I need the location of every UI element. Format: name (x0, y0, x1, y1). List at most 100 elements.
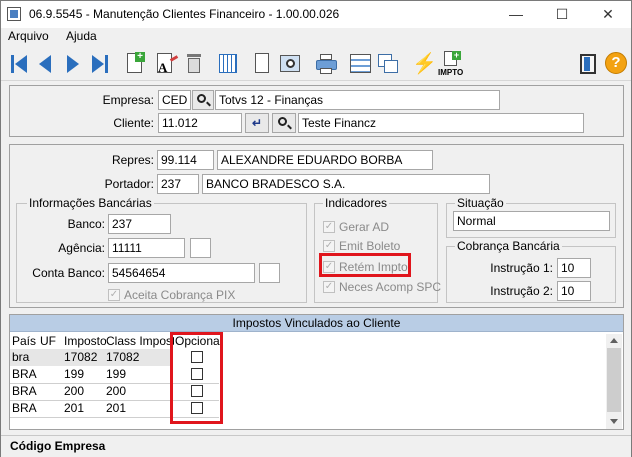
highlight-box (319, 253, 411, 277)
table-row[interactable]: bra 17082 17082 (10, 349, 173, 366)
pix-label: Aceita Cobrança PIX (124, 288, 236, 302)
first-record-icon[interactable] (9, 51, 29, 77)
situacao-field[interactable]: Normal (453, 211, 610, 231)
exit-door-icon[interactable] (577, 51, 599, 77)
details-panel: Repres: 99.114 ALEXANDRE EDUARDO BORBA P… (9, 144, 624, 308)
next-record-icon[interactable] (65, 51, 81, 77)
instrucao1-input[interactable]: 10 (557, 258, 591, 278)
bank-info-group: Informações Bancárias Banco: 237 Agência… (16, 196, 307, 303)
impostos-grid: Impostos Vinculados ao Cliente País UF I… (9, 314, 624, 430)
cell-class: 200 (106, 384, 127, 398)
list-view-icon[interactable] (349, 51, 373, 77)
col-pais[interactable]: País (12, 334, 42, 348)
conta-digit-input[interactable] (259, 263, 280, 283)
grid-title: Impostos Vinculados ao Cliente (10, 315, 623, 332)
copy-windows-icon[interactable] (376, 51, 400, 77)
minimize-button[interactable]: — (493, 1, 539, 28)
agencia-label: Agência: (58, 241, 105, 255)
app-icon (7, 7, 21, 21)
last-record-icon[interactable] (91, 51, 111, 77)
portador-label: Portador: (104, 177, 154, 191)
new-record-icon[interactable]: + (125, 51, 147, 77)
table-row[interactable]: BRA 200 200 (10, 383, 173, 400)
pix-checkbox[interactable]: ✓ (108, 289, 120, 301)
indicadores-group: Indicadores ✓ Gerar AD ✓ Emit Boleto ✓ R… (314, 196, 442, 303)
window-title: 06.9.5545 - Manutenção Clientes Financei… (29, 7, 340, 21)
empresa-label: Empresa: (102, 93, 154, 107)
cell-imposto: 201 (64, 401, 85, 415)
instrucao2-input[interactable]: 10 (557, 281, 591, 301)
repres-name-field: ALEXANDRE EDUARDO BORBA (217, 150, 433, 170)
maximize-button[interactable]: ☐ (539, 1, 585, 28)
situacao-title: Situação (455, 196, 506, 210)
banco-input[interactable]: 237 (108, 214, 171, 234)
impto-label: IMPTO (438, 68, 464, 77)
scroll-thumb[interactable] (607, 348, 621, 412)
close-button[interactable]: ✕ (585, 1, 631, 28)
previous-record-icon[interactable] (37, 51, 53, 77)
cell-class: 199 (106, 367, 127, 381)
status-bar: Código Empresa (1, 435, 631, 457)
empresa-code-input[interactable]: CED (158, 90, 191, 110)
emit-boleto-checkbox[interactable]: ✓ (323, 240, 335, 252)
printer-icon[interactable] (315, 51, 339, 77)
col-imposto[interactable]: Imposto (64, 334, 108, 348)
lightning-icon[interactable]: ⚡ (409, 51, 437, 77)
emit-boleto-label: Emit Boleto (339, 239, 401, 253)
cobranca-group: Cobrança Bancária Instrução 1: 10 Instru… (446, 239, 616, 303)
banco-label: Banco: (67, 217, 105, 231)
cliente-code-input[interactable]: 11.012 (158, 113, 242, 133)
trash-icon[interactable] (184, 51, 204, 77)
document-icon[interactable] (253, 51, 271, 77)
cell-pais: BRA (12, 401, 37, 415)
calendar-grid-icon[interactable] (217, 51, 239, 77)
cell-imposto: 17082 (64, 350, 98, 364)
agencia-input[interactable]: 11111 (108, 238, 185, 258)
portador-name-field: BANCO BRADESCO S.A. (202, 174, 490, 194)
indicadores-title: Indicadores (323, 196, 390, 210)
cliente-label: Cliente: (113, 116, 154, 130)
repres-code-input[interactable]: 99.114 (157, 150, 214, 170)
menu-bar: Arquivo Ajuda (1, 28, 631, 47)
vertical-scrollbar[interactable] (606, 334, 622, 429)
agencia-digit-input[interactable] (190, 238, 211, 258)
empresa-name-field: Totvs 12 - Finanças (215, 90, 500, 110)
repres-label: Repres: (111, 153, 154, 167)
app-window: 06.9.5545 - Manutenção Clientes Financei… (0, 0, 632, 457)
instrucao1-label: Instrução 1: (490, 261, 553, 275)
print-preview-icon[interactable] (279, 51, 303, 77)
neces-acomp-spc-label: Neces Acomp SPC (339, 280, 442, 294)
enter-arrow-icon[interactable]: ↵ (245, 113, 269, 133)
neces-acomp-spc-checkbox[interactable]: ✓ (323, 281, 335, 293)
portador-code-input[interactable]: 237 (157, 174, 199, 194)
situacao-group: Situação Normal (446, 196, 616, 238)
col-uf[interactable]: UF (40, 334, 62, 348)
conta-input[interactable]: 54564654 (108, 263, 255, 283)
cell-class: 201 (106, 401, 127, 415)
menu-ajuda[interactable]: Ajuda (66, 29, 97, 43)
menu-arquivo[interactable]: Arquivo (8, 29, 49, 43)
cliente-search-button[interactable] (272, 113, 296, 133)
scroll-up-icon[interactable] (610, 338, 618, 343)
bank-info-title: Informações Bancárias (27, 196, 154, 210)
gerar-ad-checkbox[interactable]: ✓ (323, 221, 335, 233)
header-panel: Empresa: CED Totvs 12 - Finanças Cliente… (9, 85, 624, 137)
instrucao2-label: Instrução 2: (490, 284, 553, 298)
cell-imposto: 199 (64, 367, 85, 381)
cliente-name-field: Teste Financz (298, 113, 584, 133)
empresa-search-button[interactable] (192, 90, 214, 110)
impto-button[interactable]: + IMPTO (437, 51, 467, 78)
edit-record-icon[interactable]: A (155, 51, 179, 77)
title-bar: 06.9.5545 - Manutenção Clientes Financei… (1, 1, 631, 28)
toolbar: + A ⚡ + IMPTO ? (1, 47, 631, 81)
scroll-down-icon[interactable] (610, 419, 618, 424)
table-row[interactable]: BRA 199 199 (10, 366, 173, 383)
gerar-ad-label: Gerar AD (339, 220, 390, 234)
conta-label: Conta Banco: (32, 266, 105, 280)
help-icon[interactable]: ? (604, 51, 628, 77)
col-class-imposto[interactable]: Class Imposto (106, 334, 174, 348)
table-row[interactable]: BRA 201 201 (10, 400, 173, 417)
cell-pais: BRA (12, 384, 37, 398)
cell-class: 17082 (106, 350, 140, 364)
highlight-box (170, 332, 223, 424)
